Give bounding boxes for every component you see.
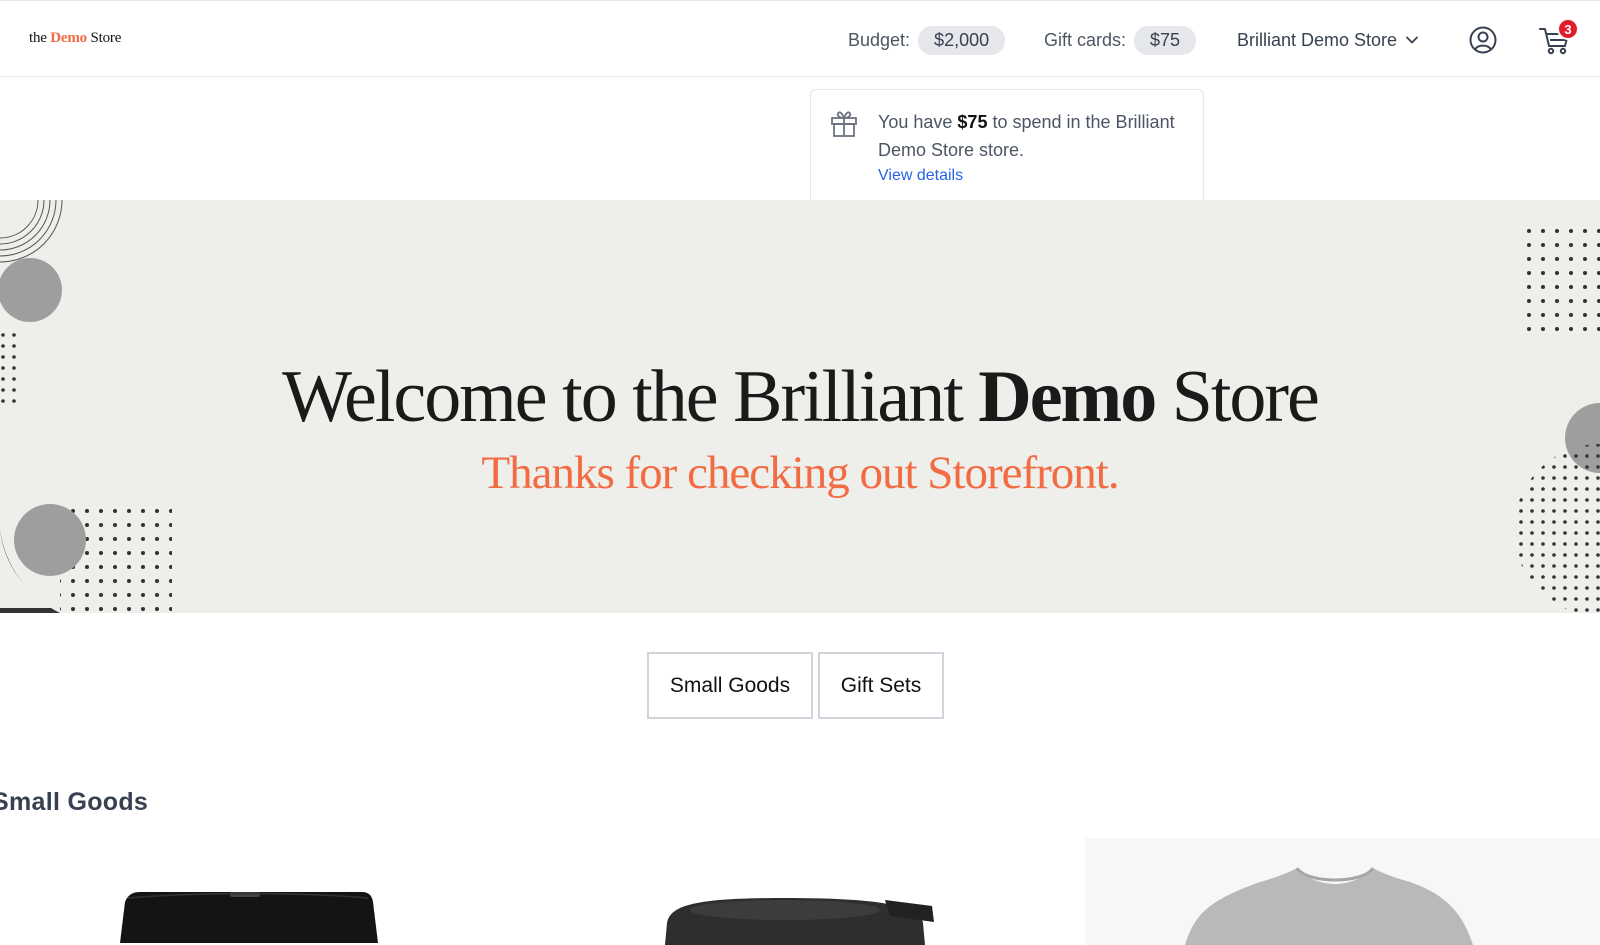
product-card[interactable] <box>1085 838 1600 945</box>
store-selector-dropdown[interactable]: Brilliant Demo Store <box>1237 26 1419 54</box>
category-button-small-goods[interactable]: Small Goods <box>647 652 813 719</box>
store-selector-label: Brilliant Demo Store <box>1237 29 1398 50</box>
product-image-tshirt <box>1185 866 1473 945</box>
logo-text-accent: Demo <box>50 30 87 46</box>
gift-icon <box>831 111 857 137</box>
page: the Demo Store Budget: $2,000 Gift cards… <box>0 0 1600 945</box>
product-card[interactable] <box>0 838 540 945</box>
budget-value: $2,000 <box>918 25 1006 55</box>
store-logo[interactable]: the Demo Store <box>29 30 121 47</box>
budget-display: Budget: $2,000 <box>848 25 1006 55</box>
cart-count-badge: 3 <box>1557 18 1579 40</box>
popover-amount: $75 <box>957 112 988 132</box>
hero-title: Welcome to the Brilliant Demo Store <box>0 355 1600 440</box>
top-header: the Demo Store Budget: $2,000 Gift cards… <box>0 0 1600 77</box>
product-image-bag <box>120 892 378 943</box>
product-card[interactable] <box>540 838 1100 945</box>
logo-text-pre: the <box>29 30 51 46</box>
hero-banner: Welcome to the Brilliant Demo Store Than… <box>0 200 1600 613</box>
category-button-gift-sets[interactable]: Gift Sets <box>818 652 944 719</box>
budget-label: Budget: <box>848 29 911 50</box>
hero-title-bold: Demo <box>978 356 1157 438</box>
gift-card-popover: You have $75 to spend in the Brilliant D… <box>810 89 1204 206</box>
gift-cards-display[interactable]: Gift cards: $75 <box>1044 25 1197 55</box>
section-title: Small Goods <box>0 788 149 816</box>
account-icon[interactable] <box>1468 25 1498 55</box>
popover-text-pre: You have <box>878 112 958 132</box>
product-image-bottle <box>580 898 1100 945</box>
logo-text-post: Store <box>86 30 122 46</box>
chevron-down-icon <box>1406 36 1418 44</box>
view-details-link[interactable]: View details <box>878 167 963 185</box>
hero-title-pre: Welcome to the Brilliant <box>282 356 979 438</box>
gift-cards-label: Gift cards: <box>1044 29 1127 50</box>
popover-message: You have $75 to spend in the Brilliant D… <box>878 108 1188 164</box>
hero-subtitle: Thanks for checking out Storefront. <box>481 447 1119 499</box>
hero-title-post: Store <box>1155 356 1320 438</box>
gift-cards-value: $75 <box>1134 25 1197 55</box>
